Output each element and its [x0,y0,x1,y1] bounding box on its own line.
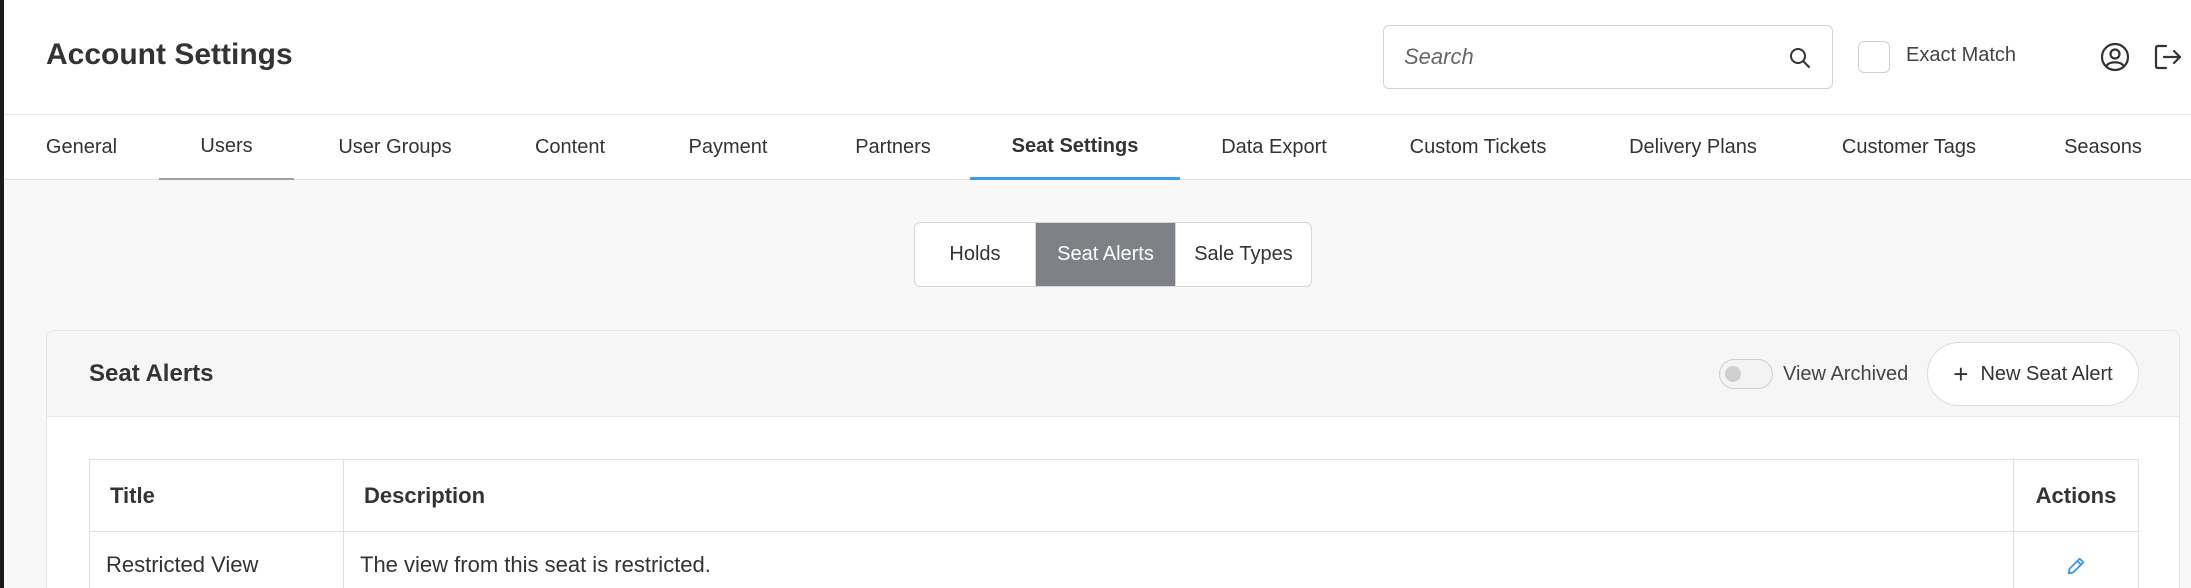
tab-seat-settings[interactable]: Seat Settings [970,115,1180,180]
search-icon[interactable] [1788,46,1812,70]
column-header-title: Title [89,459,344,532]
exact-match-checkbox[interactable] [1858,41,1890,73]
settings-tabs: General Users User Groups Content Paymen… [4,115,2191,180]
seat-alerts-table: Title Description Actions Restricted Vie… [89,459,2139,588]
tab-general[interactable]: General [4,115,159,180]
page-title: Account Settings [46,38,293,71]
panel-title: Seat Alerts [89,360,214,387]
new-seat-alert-button[interactable]: + New Seat Alert [1927,342,2139,406]
user-circle-icon[interactable] [2099,41,2131,73]
seat-alerts-panel: Seat Alerts View Archived + New Seat Ale… [46,330,2180,588]
row-description: The view from this seat is restricted. [343,531,2014,588]
tab-content[interactable]: Content [496,115,644,180]
app-header: Account Settings Exact Match [4,0,2191,115]
tab-user-groups[interactable]: User Groups [294,115,496,180]
tab-partners[interactable]: Partners [812,115,974,180]
panel-header: Seat Alerts View Archived + New Seat Ale… [47,331,2179,417]
row-actions [2013,531,2139,588]
tab-users[interactable]: Users [159,115,294,180]
tab-payment[interactable]: Payment [644,115,812,180]
search-input[interactable] [1384,26,1764,88]
plus-icon: + [1953,359,1969,389]
pencil-icon[interactable] [2065,555,2087,577]
view-archived-label: View Archived [1783,363,1909,385]
view-archived-toggle[interactable] [1719,359,1773,389]
tab-data-export[interactable]: Data Export [1180,115,1368,180]
new-seat-alert-label: New Seat Alert [1980,362,2113,385]
tab-custom-tickets[interactable]: Custom Tickets [1368,115,1588,180]
subtab-seat-alerts[interactable]: Seat Alerts [1035,223,1175,286]
table-row: Restricted View The view from this seat … [89,531,2139,588]
toggle-knob [1725,366,1741,382]
exact-match-label: Exact Match [1906,44,2017,66]
column-header-description: Description [343,459,2014,532]
seat-settings-subtabs: Holds Seat Alerts Sale Types [914,222,1312,287]
tab-customer-tags[interactable]: Customer Tags [1798,115,2020,180]
subtab-holds[interactable]: Holds [915,223,1035,286]
subtab-sale-types[interactable]: Sale Types [1175,223,1311,286]
tab-delivery-plans[interactable]: Delivery Plans [1588,115,1798,180]
row-title: Restricted View [89,531,344,588]
column-header-actions: Actions [2013,459,2139,532]
logout-icon[interactable] [2152,41,2184,73]
tab-seasons[interactable]: Seasons [2020,115,2186,180]
table-header-row: Title Description Actions [89,459,2139,532]
search-box[interactable] [1383,25,1833,89]
